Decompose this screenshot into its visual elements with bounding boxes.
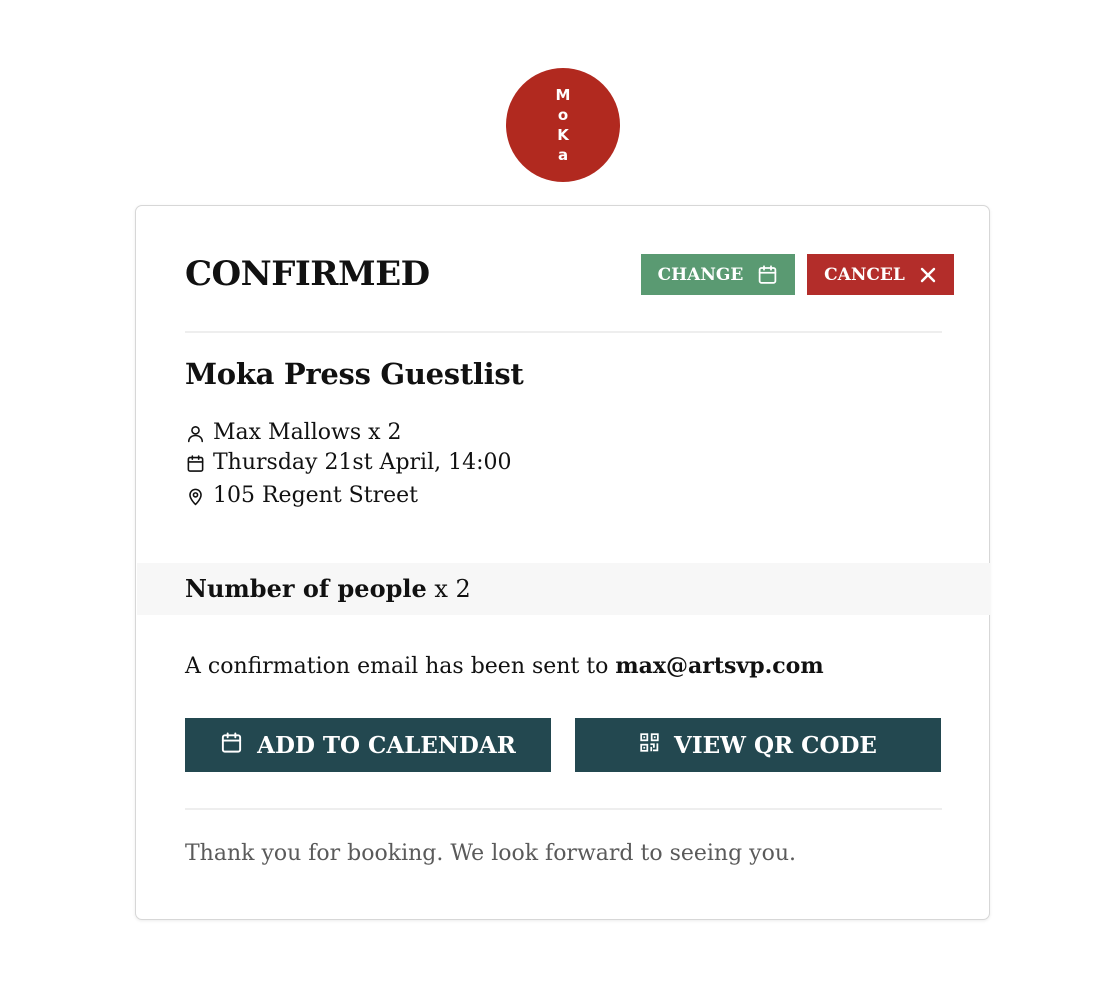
divider bbox=[185, 331, 942, 333]
view-qr-code-button[interactable]: VIEW QR CODE bbox=[575, 718, 941, 772]
booking-confirmation-page: M o K a CONFIRMED CHANGE CANCEL Moka Pre… bbox=[0, 0, 1120, 1002]
confirmation-email: max@artsvp.com bbox=[615, 653, 824, 679]
cancel-button-label: CANCEL bbox=[824, 264, 905, 285]
change-button-label: CHANGE bbox=[657, 264, 744, 285]
logo-letter: o bbox=[557, 106, 569, 124]
event-title: Moka Press Guestlist bbox=[185, 357, 524, 391]
confirmation-message: A confirmation email has been sent to ma… bbox=[185, 652, 824, 681]
qr-code-icon bbox=[639, 732, 660, 759]
change-button[interactable]: CHANGE bbox=[641, 254, 795, 295]
view-qr-code-label: VIEW QR CODE bbox=[674, 731, 877, 759]
close-icon bbox=[919, 266, 937, 284]
thank-you-message: Thank you for booking. We look forward t… bbox=[185, 841, 797, 866]
people-count: x 2 bbox=[434, 575, 471, 603]
datetime-detail: Thursday 21st April, 14:00 bbox=[185, 449, 512, 477]
person-icon bbox=[185, 423, 205, 443]
guest-detail: Max Mallows x 2 bbox=[185, 419, 402, 447]
add-to-calendar-label: ADD TO CALENDAR bbox=[257, 731, 516, 759]
confirmation-prefix: A confirmation email has been sent to bbox=[185, 654, 609, 679]
booking-card: CONFIRMED CHANGE CANCEL Moka Press Guest… bbox=[135, 205, 990, 920]
cancel-button[interactable]: CANCEL bbox=[807, 254, 954, 295]
map-pin-icon bbox=[185, 486, 205, 506]
guest-text: Max Mallows x 2 bbox=[213, 420, 402, 445]
location-text: 105 Regent Street bbox=[213, 483, 418, 508]
logo-letter: K bbox=[557, 126, 569, 144]
datetime-text: Thursday 21st April, 14:00 bbox=[213, 450, 512, 475]
moka-logo: M o K a bbox=[506, 68, 620, 182]
add-to-calendar-button[interactable]: ADD TO CALENDAR bbox=[185, 718, 551, 772]
booking-status: CONFIRMED bbox=[185, 254, 430, 294]
divider bbox=[185, 808, 942, 810]
calendar-icon bbox=[757, 264, 778, 285]
logo-letter: M bbox=[555, 86, 571, 104]
people-label: Number of people bbox=[185, 574, 427, 603]
people-summary: Number of people x 2 bbox=[137, 563, 990, 615]
calendar-icon bbox=[185, 453, 205, 473]
logo-letter: a bbox=[557, 146, 569, 164]
location-detail: 105 Regent Street bbox=[185, 482, 418, 510]
people-text: Number of people x 2 bbox=[185, 574, 471, 604]
calendar-icon bbox=[220, 731, 243, 760]
